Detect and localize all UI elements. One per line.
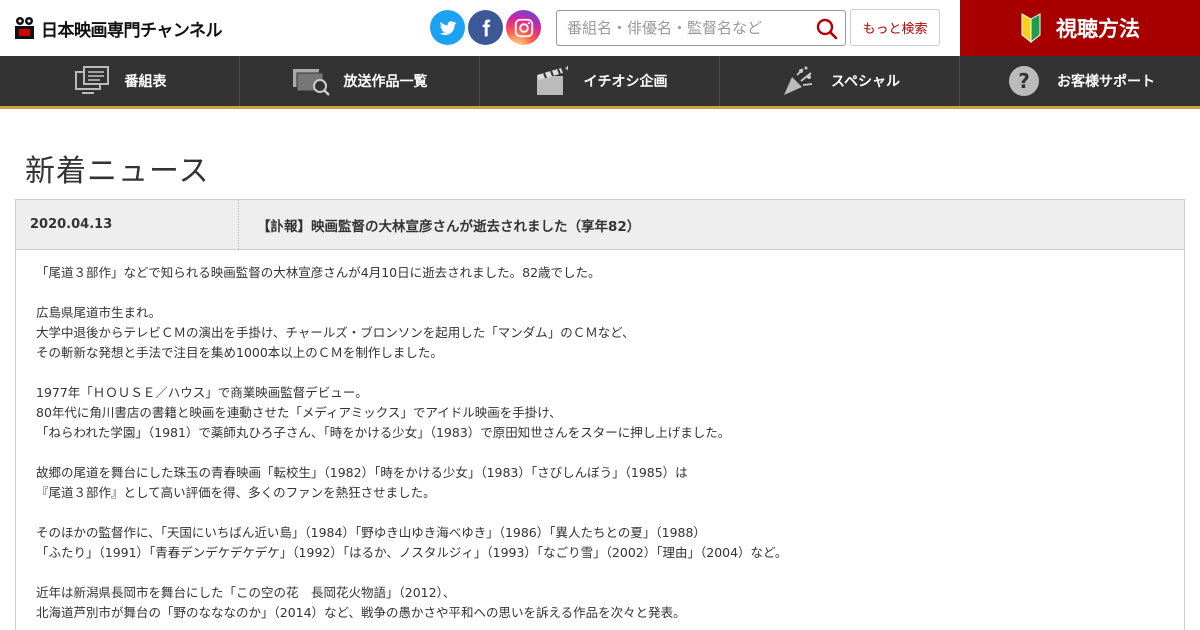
page-title: 新着ニュース: [25, 154, 210, 189]
news-paragraph: 北海道芦別市が舞台の「野のなななのか」（2014）など、戦争の愚かさや平和への思…: [36, 605, 686, 620]
news-paragraph: [36, 563, 1164, 583]
nav-item-special[interactable]: スペシャル: [720, 56, 960, 106]
news-paragraph: 「ふたり」（1991）「青春デンデケデケデケ」（1992）「はるか、ノスタルジィ…: [36, 545, 788, 560]
news-paragraph: 「尾道３部作」などで知られる映画監督の大林宣彦さんが4月10日に逝去されました。…: [36, 265, 601, 280]
news-paragraph: 大学中退後からテレビＣＭの演出を手掛け、チャールズ・ブロンソンを起用した「マンダ…: [36, 325, 635, 340]
nav-item-label: イチオシ企画: [583, 74, 668, 90]
news-body: 「尾道３部作」などで知られる映画監督の大林宣彦さんが4月10日に逝去されました。…: [16, 250, 1184, 623]
site-logo[interactable]: 日本映画専門チャンネル: [14, 14, 223, 42]
nav-item-support[interactable]: ? お客様サポート: [960, 56, 1200, 106]
news-paragraph: [36, 503, 1164, 523]
nav-item-label: スペシャル: [830, 74, 901, 90]
how-to-watch-label: 視聴方法: [1056, 17, 1140, 41]
news-paragraph: 近年は新潟県長岡市を舞台にした「この空の花 長岡花火物語」（2012）、: [36, 585, 456, 600]
logo-film-camera-icon: [14, 16, 38, 40]
party-popper-icon: [779, 65, 817, 97]
instagram-icon: [514, 18, 533, 37]
news-date: 2020.04.13: [16, 200, 239, 249]
facebook-icon: [482, 19, 490, 36]
news-paragraph: その斬新な発想と手法で注目を集め1000本以上のＣＭを制作しました。: [36, 345, 443, 360]
news-paragraph: [36, 363, 1164, 383]
news-paragraph: 広島県尾道市生まれ。: [36, 305, 162, 320]
site-header: 日本映画専門チャンネル もっと検索 視聴方法: [0, 0, 1200, 56]
news-header: 2020.04.13 【訃報】映画監督の大林宣彦さんが逝去されました（享年82）: [16, 200, 1184, 250]
news-paragraph: [36, 283, 1164, 303]
news-paragraph: そのほかの監督作に、「天国にいちばん近い島」（1984）「野ゆき山ゆき海べゆき」…: [36, 525, 706, 540]
nav-item-features[interactable]: ✦ イチオシ企画: [480, 56, 720, 106]
news-paragraph: [36, 443, 1164, 463]
beginner-mark-icon: [1021, 13, 1041, 43]
film-search-icon: [292, 65, 330, 97]
search-button[interactable]: [813, 15, 841, 43]
more-search-button[interactable]: もっと検索: [850, 9, 940, 46]
news-paragraph: 故郷の尾道を舞台にした珠玉の青春映画「転校生」（1982）「時をかける少女」（1…: [36, 465, 688, 480]
instagram-link[interactable]: [506, 10, 541, 45]
logo-text: 日本映画専門チャンネル: [41, 20, 223, 41]
search-input[interactable]: [557, 11, 807, 45]
news-paragraph: 1977年「ＨＯＵＳＥ／ハウス」で商業映画監督デビュー。: [36, 385, 368, 400]
twitter-link[interactable]: [430, 10, 465, 45]
search-icon: [816, 18, 838, 40]
news-paragraph: 「ねらわれた学園」（1981）で薬師丸ひろ子さん、「時をかける少女」（1983）…: [36, 425, 731, 440]
news-paragraph: 『尾道３部作』として高い評価を得、多くのファンを熱狂させました。: [36, 485, 436, 500]
nav-item-label: お客様サポート: [1057, 74, 1155, 90]
news-article: 2020.04.13 【訃報】映画監督の大林宣彦さんが逝去されました（享年82）…: [15, 199, 1185, 630]
nav-item-programs[interactable]: 放送作品一覧: [240, 56, 480, 106]
clapperboard-icon: ✦: [532, 65, 570, 97]
twitter-icon: [439, 20, 456, 35]
how-to-watch-button[interactable]: 視聴方法: [960, 0, 1200, 56]
search-box: [556, 10, 846, 46]
nav-item-label: 番組表: [124, 74, 167, 90]
svg-text:✦: ✦: [564, 65, 568, 73]
tv-schedule-icon: [73, 65, 111, 97]
question-icon: ?: [1005, 65, 1043, 97]
facebook-link[interactable]: [468, 10, 503, 45]
nav-item-label: 放送作品一覧: [343, 74, 428, 90]
news-title: 【訃報】映画監督の大林宣彦さんが逝去されました（享年82）: [257, 218, 641, 235]
news-paragraph: 80年代に角川書店の書籍と映画を連動させた「メディアミックス」でアイドル映画を手…: [36, 405, 562, 420]
svg-text:?: ?: [1018, 69, 1030, 93]
nav-item-schedule[interactable]: 番組表: [0, 56, 240, 106]
main-nav: 番組表 放送作品一覧 ✦ イチオシ企画 スペシャル ? お客様サポート: [0, 56, 1200, 109]
